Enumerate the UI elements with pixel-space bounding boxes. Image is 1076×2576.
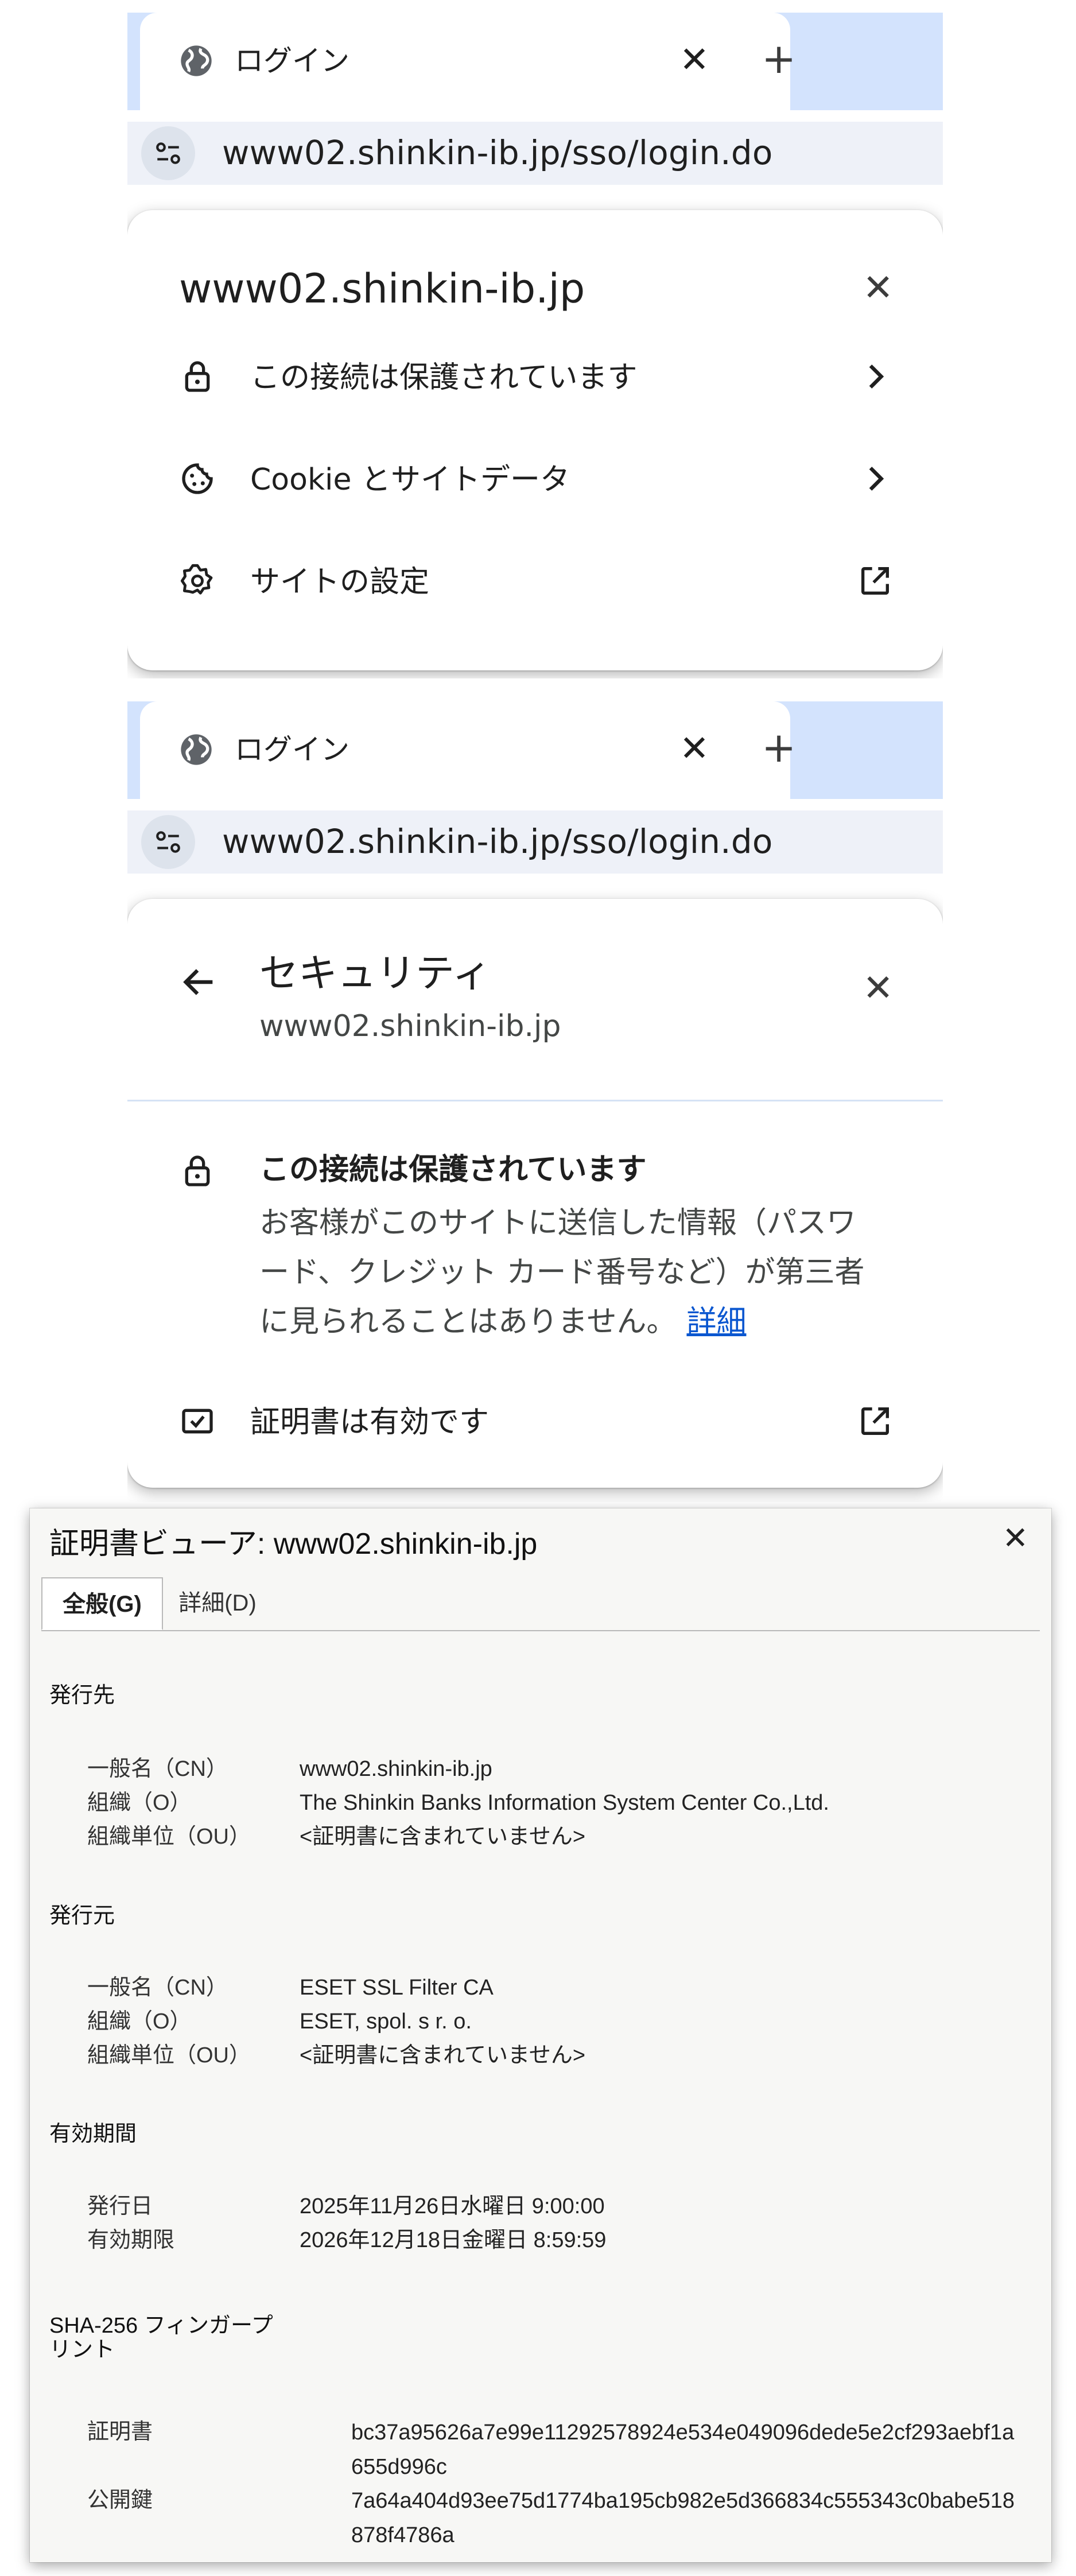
field-key: 組織単位（OU） [87,1825,251,1849]
field-key: 公開鍵 [87,2488,153,2512]
cookies-row[interactable]: Cookie とサイトデータ [179,450,894,507]
browser-tab[interactable]: ログイン ✕ [140,13,790,110]
tune-icon [156,142,180,164]
browser-tab[interactable]: ログイン ✕ [140,701,790,799]
external-link-icon [861,1407,889,1435]
address-bar[interactable]: www02.shinkin-ib.jp/sso/login.do [127,122,943,185]
fingerprint-value: 7a64a404d93ee75d1774ba195cb982e5d366834c… [351,2489,1015,2547]
connection-secure-row[interactable]: この接続は保護されています [179,348,894,405]
field-value: 2026年12月18日金曜日 8:59:59 [300,2228,607,2252]
section-validity: 有効期間 [49,2122,137,2146]
field-key: 組織（O） [87,2009,192,2034]
connection-body-text: お客様がこのサイトに送信した情報（パスワード、クレジット カード番号など）が第三… [259,1206,865,1339]
row-label: サイトの設定 [250,565,430,599]
field-key: 一般名（CN） [87,1976,228,2000]
site-info-bubble: www02.shinkin-ib.jp ✕ この接続は保護されています Cook… [127,210,943,670]
lock-icon [185,1155,210,1186]
tab-details[interactable]: 詳細(D) [163,1577,272,1629]
bubble-host: www02.shinkin-ib.jp [179,265,585,312]
certificate-viewer-dialog: 証明書ビューア: www02.shinkin-ib.jp ✕ 全般(G) 詳細(… [30,1508,1051,2562]
field-key: 発行日 [87,2194,153,2218]
section-fingerprints: SHA-256 フィンガープ [49,2314,273,2338]
address-bar[interactable]: www02.shinkin-ib.jp/sso/login.do [127,810,943,874]
tab-strip: ログイン ✕ + [127,701,943,799]
tab-general[interactable]: 全般(G) [41,1577,163,1630]
url-text[interactable]: www02.shinkin-ib.jp/sso/login.do [222,132,773,173]
security-title: セキュリティ [259,951,491,996]
connection-description: お客様がこのサイトに送信した情報（パスワード、クレジット カード番号など）が第三… [259,1198,879,1347]
field-key: 有効期限 [87,2228,175,2252]
tune-icon [156,831,180,853]
field-value: <証明書に含まれていません> [300,2043,586,2067]
tab-title: ログイン [235,733,349,766]
security-bubble: セキュリティ www02.shinkin-ib.jp ✕ この接続は保護されてい… [127,899,943,1488]
fingerprint-value: bc37a95626a7e99e11292578924e534e049096de… [351,2420,1015,2479]
section-fingerprints-line2: リント [49,2338,115,2362]
details-link[interactable]: 詳細 [686,1305,746,1339]
field-key: 組織（O） [87,1791,192,1815]
dialog-title: 証明書ビューア: www02.shinkin-ib.jp [49,1527,538,1561]
row-label: Cookie とサイトデータ [250,463,570,497]
field-key: 証明書 [87,2420,153,2444]
field-value: ESET, spol. s r. o. [300,2009,472,2034]
tab-close-icon[interactable]: ✕ [679,41,709,78]
certificate-check-icon [182,1409,213,1434]
close-icon[interactable]: ✕ [863,267,894,309]
cert-row-label: 証明書は有効です [250,1405,490,1440]
divider [127,1100,943,1101]
chevron-right-icon [869,467,884,491]
back-arrow-icon[interactable] [179,962,219,1002]
section-issued-by: 発行元 [49,1904,115,1928]
field-value: <証明書に含まれていません> [300,1825,586,1849]
field-value: ESET SSL Filter CA [300,1976,494,2000]
security-subtitle: www02.shinkin-ib.jp [259,1009,561,1043]
site-info-button[interactable] [141,126,195,180]
site-info-button[interactable] [141,815,195,869]
globe-icon [181,45,212,76]
close-icon[interactable]: ✕ [863,968,894,1009]
external-link-icon [861,567,889,595]
field-value: www02.shinkin-ib.jp [300,1757,492,1781]
lock-icon [185,361,210,392]
browser-window-security: ログイン ✕ + www02.shinkin-ib.jp/sso/login.d… [127,701,943,1502]
field-key: 組織単位（OU） [87,2043,251,2067]
field-key: 一般名（CN） [87,1757,228,1781]
url-text[interactable]: www02.shinkin-ib.jp/sso/login.do [222,821,773,862]
field-value: The Shinkin Banks Information System Cen… [300,1791,829,1815]
row-label: この接続は保護されています [250,360,638,395]
tab-strip: ログイン ✕ + [127,13,943,110]
browser-window-site-info: ログイン ✕ + www02.shinkin-ib.jp/sso/login.d… [127,13,943,678]
tab-close-icon[interactable]: ✕ [679,730,709,767]
tab-bar: 全般(G) 詳細(D) [41,1577,1040,1631]
field-value: 2025年11月26日水曜日 9:00:00 [300,2194,605,2218]
certificate-valid-row[interactable]: 証明書は有効です [179,1392,894,1450]
gear-icon [180,564,213,595]
globe-icon [181,734,212,765]
new-tab-button[interactable]: + [762,727,796,768]
tab-title: ログイン [235,44,349,77]
close-icon[interactable]: ✕ [1003,1520,1028,1557]
chevron-right-icon [869,364,884,389]
site-settings-row[interactable]: サイトの設定 [179,552,894,610]
connection-title: この接続は保護されています [259,1153,647,1187]
new-tab-button[interactable]: + [762,38,796,79]
section-issued-to: 発行先 [49,1683,115,1708]
cookie-icon [182,463,213,494]
